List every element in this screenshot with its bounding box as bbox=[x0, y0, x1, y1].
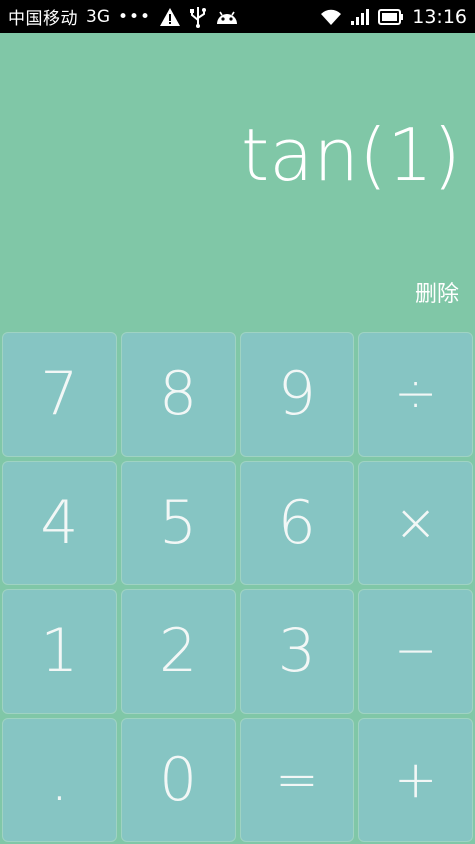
key-decimal[interactable]: . bbox=[2, 717, 117, 842]
calculator-display: tan(1) 删除 bbox=[0, 33, 475, 333]
more-notifications: ••• bbox=[118, 6, 152, 27]
key-equals[interactable]: = bbox=[239, 717, 355, 842]
network-type: 3G bbox=[86, 6, 110, 27]
android-icon bbox=[215, 8, 239, 26]
key-3[interactable]: 3 bbox=[239, 589, 355, 714]
usb-icon bbox=[189, 6, 207, 28]
expression-text: tan(1) bbox=[241, 113, 461, 197]
wifi-icon bbox=[320, 8, 342, 26]
carrier-name: 中国移动 bbox=[8, 9, 78, 29]
signal-icon bbox=[350, 8, 370, 26]
key-1[interactable]: 1 bbox=[2, 589, 117, 714]
key-2[interactable]: 2 bbox=[120, 589, 236, 714]
key-plus[interactable]: + bbox=[358, 717, 473, 842]
key-minus[interactable]: − bbox=[358, 589, 473, 714]
key-6[interactable]: 6 bbox=[239, 460, 355, 585]
key-4[interactable]: 4 bbox=[2, 460, 117, 585]
delete-button[interactable]: 删除 bbox=[415, 276, 459, 308]
battery-icon bbox=[378, 8, 404, 25]
key-5[interactable]: 5 bbox=[120, 460, 236, 585]
key-0[interactable]: 0 bbox=[120, 717, 236, 842]
key-divide[interactable]: ÷ bbox=[358, 332, 473, 457]
status-bar: 中国移动 3G ••• 13:16 bbox=[0, 0, 475, 33]
key-multiply[interactable]: × bbox=[358, 460, 473, 585]
clock: 13:16 bbox=[412, 5, 467, 28]
key-8[interactable]: 8 bbox=[120, 332, 236, 457]
warning-icon bbox=[159, 7, 181, 27]
key-7[interactable]: 7 bbox=[2, 332, 117, 457]
key-9[interactable]: 9 bbox=[239, 332, 355, 457]
keypad: 7 8 9 ÷ 4 5 6 × 1 2 3 − . 0 = + bbox=[0, 330, 475, 844]
